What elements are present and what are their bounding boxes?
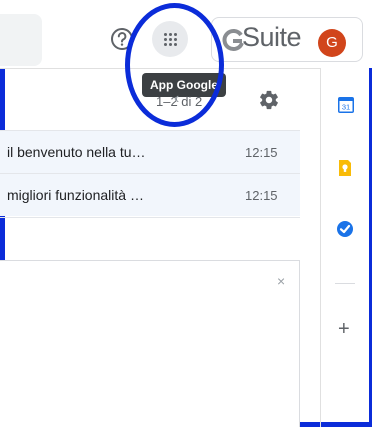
- calendar-day-label: 31: [342, 103, 350, 112]
- add-addon-button[interactable]: +: [338, 318, 350, 341]
- google-apps-button[interactable]: [152, 21, 188, 57]
- email-row[interactable]: migliori funzionalità … 12:15: [0, 173, 300, 216]
- email-time: 12:15: [245, 145, 278, 160]
- email-subject: il benvenuto nella tu…: [7, 144, 146, 160]
- email-row[interactable]: il benvenuto nella tu… 12:15: [0, 130, 300, 173]
- side-panel-separator: [335, 283, 355, 284]
- list-divider: [0, 217, 300, 218]
- account-avatar[interactable]: G: [318, 29, 346, 57]
- help-icon[interactable]: [108, 25, 136, 53]
- email-subject: migliori funzionalità …: [7, 187, 144, 203]
- calendar-icon[interactable]: 31: [337, 96, 355, 114]
- side-panel-divider: [320, 68, 321, 427]
- bottom-panel: [0, 260, 300, 427]
- top-bar: Suite G: [0, 0, 372, 68]
- keep-icon[interactable]: [336, 159, 354, 177]
- tasks-icon[interactable]: [336, 220, 354, 238]
- email-time: 12:15: [245, 188, 278, 203]
- search-bar[interactable]: [0, 14, 42, 66]
- chevron-left-icon[interactable]: ‹: [174, 90, 179, 108]
- header-divider: [0, 68, 320, 69]
- gear-icon[interactable]: [258, 89, 280, 111]
- close-icon[interactable]: ×: [277, 273, 285, 289]
- google-g-logo-icon: [222, 27, 244, 53]
- gsuite-brand-text: Suite: [242, 22, 302, 52]
